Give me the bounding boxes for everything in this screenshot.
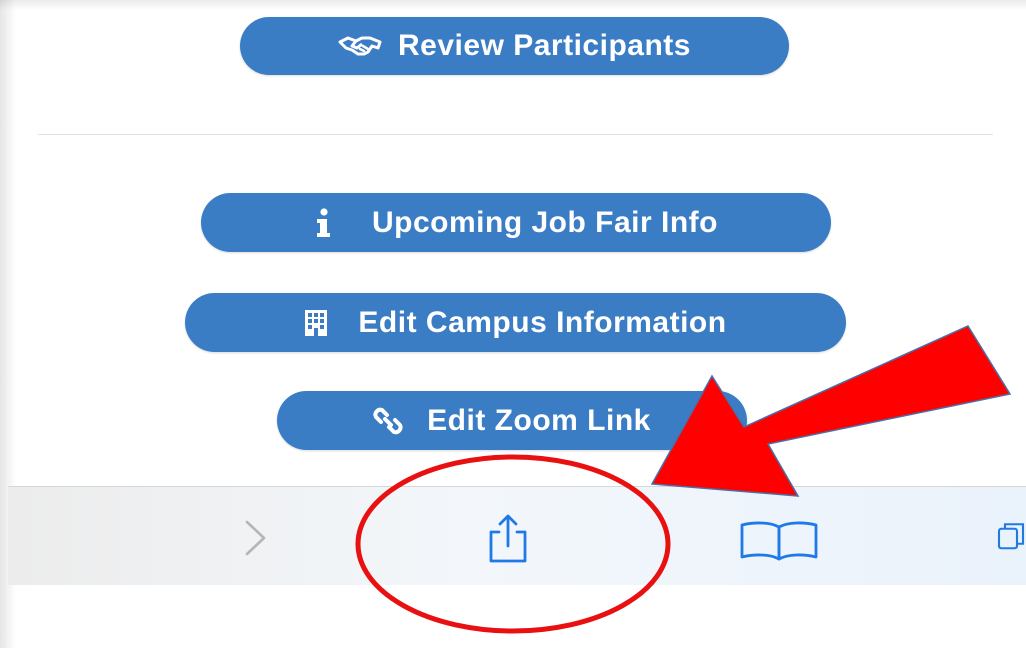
bookmarks-book-icon — [740, 521, 818, 561]
section-divider — [38, 134, 993, 135]
handshake-icon — [338, 32, 382, 60]
forward-button[interactable] — [234, 515, 276, 561]
share-icon — [489, 514, 527, 563]
share-button[interactable] — [476, 511, 540, 567]
tabs-button[interactable] — [996, 515, 1026, 565]
edit-campus-information-button[interactable]: Edit Campus Information — [185, 293, 846, 352]
edit-zoom-link-button[interactable]: Edit Zoom Link — [277, 391, 747, 450]
upcoming-job-fair-info-label: Upcoming Job Fair Info — [372, 205, 718, 239]
top-shadow — [0, 0, 1026, 10]
tabs-icon — [997, 523, 1025, 550]
forward-chevron-icon — [245, 520, 266, 556]
review-participants-button[interactable]: Review Participants — [240, 17, 789, 75]
link-icon — [373, 406, 409, 436]
app-screen: Review Participants Upcoming Job Fair In… — [0, 0, 1026, 648]
info-icon — [314, 207, 332, 238]
review-participants-label: Review Participants — [398, 29, 691, 62]
bookmarks-button[interactable] — [736, 517, 822, 563]
edit-campus-information-label: Edit Campus Information — [358, 305, 727, 339]
building-icon — [304, 309, 328, 337]
edit-zoom-link-label: Edit Zoom Link — [427, 403, 651, 437]
browser-toolbar — [8, 486, 1026, 585]
upcoming-job-fair-info-button[interactable]: Upcoming Job Fair Info — [201, 193, 831, 252]
